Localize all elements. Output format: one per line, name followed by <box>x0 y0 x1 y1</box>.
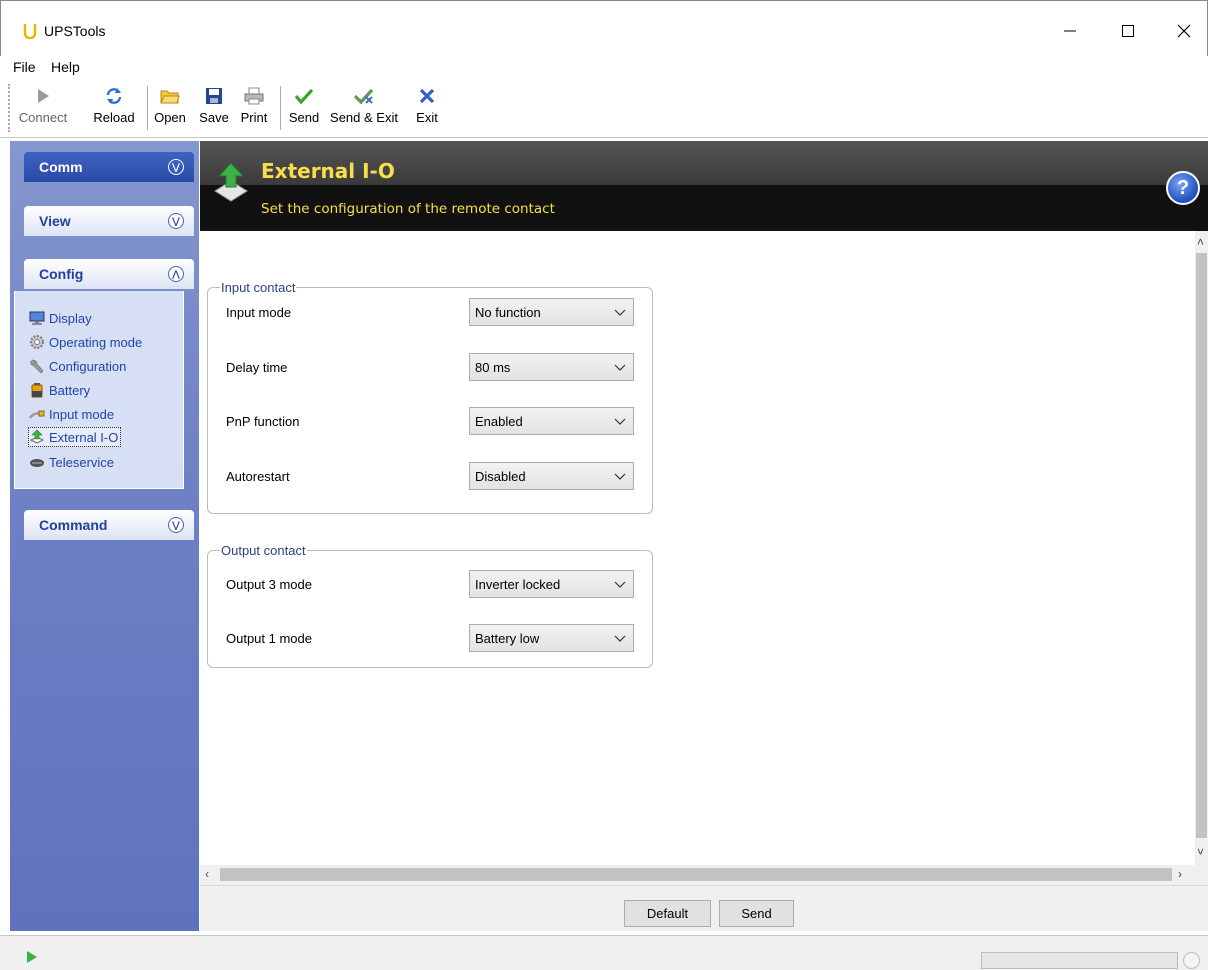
chevron-down-icon <box>614 418 626 425</box>
scroll-up-icon[interactable]: ˄ <box>1197 235 1204 249</box>
chevron-down-icon <box>614 473 626 480</box>
output-1-mode-select[interactable]: Battery low <box>469 624 634 652</box>
scroll-thumb[interactable] <box>220 868 1172 881</box>
close-icon <box>1177 24 1191 38</box>
group-legend: Input contact <box>220 280 297 295</box>
sidebar-item-battery[interactable]: Battery <box>29 380 90 400</box>
vertical-scrollbar[interactable]: ˄ ˅ <box>1195 231 1208 865</box>
toolbar-separator <box>147 86 148 130</box>
toolbar-separator <box>280 86 281 130</box>
scroll-left-icon[interactable]: ‹ <box>205 867 209 881</box>
window-title: UPSTools <box>44 23 106 39</box>
autorestart-select[interactable]: Disabled <box>469 462 634 490</box>
sidebar-item-input-mode[interactable]: Input mode <box>29 404 114 424</box>
output-contact-group: Output contact Output 3 mode Inverter lo… <box>207 543 653 668</box>
plug-icon <box>29 410 45 419</box>
wrench-icon <box>30 359 44 374</box>
default-button[interactable]: Default <box>624 900 711 927</box>
pnp-function-select[interactable]: Enabled <box>469 407 634 435</box>
status-bar <box>0 935 1208 970</box>
sidebar: Comm ⋁ View ⋁ Config ⋀ Command ⋁ <box>10 141 199 931</box>
play-icon <box>38 89 49 103</box>
minimize-button[interactable] <box>1047 15 1093 47</box>
checkmark-exit-icon <box>354 88 374 105</box>
play-icon <box>27 951 37 963</box>
status-led-icon <box>1183 952 1200 969</box>
chevron-down-icon <box>614 364 626 371</box>
battery-icon <box>31 383 43 398</box>
maximize-icon <box>1122 25 1134 37</box>
upload-arrow-icon <box>29 429 45 444</box>
output-3-mode-label: Output 3 mode <box>226 577 312 592</box>
toolbar-grip[interactable] <box>8 84 10 132</box>
autorestart-label: Autorestart <box>226 469 290 484</box>
chevron-double-up-icon[interactable]: ⋀ <box>168 266 184 282</box>
connect-button[interactable]: Connect <box>18 84 68 132</box>
chevron-double-down-icon[interactable]: ⋁ <box>168 213 184 229</box>
horizontal-scrollbar[interactable]: ‹ › <box>200 865 1208 885</box>
button-bar: Default Send <box>200 885 1208 931</box>
panel-comm[interactable]: Comm ⋁ <box>24 152 194 182</box>
chevron-down-icon <box>614 581 626 588</box>
checkmark-icon <box>295 88 313 104</box>
folder-icon <box>160 90 180 104</box>
page-title: External I-O <box>261 159 395 183</box>
input-contact-group: Input contact Input mode No function Del… <box>207 280 653 514</box>
reload-icon <box>106 88 122 104</box>
input-mode-label: Input mode <box>226 305 292 320</box>
config-panel-body: Display Operating mode Configuration Bat… <box>14 291 184 489</box>
open-button[interactable]: Open <box>152 84 188 132</box>
help-icon[interactable]: ? <box>1166 171 1200 205</box>
sidebar-item-teleservice[interactable]: Teleservice <box>29 452 114 472</box>
delay-time-label: Delay time <box>226 360 288 375</box>
send-button[interactable]: Send <box>286 84 322 132</box>
menu-file[interactable]: File <box>13 59 36 75</box>
minimize-icon <box>1064 30 1076 32</box>
output-3-mode-select[interactable]: Inverter locked <box>469 570 634 598</box>
exit-button[interactable]: Exit <box>410 84 444 132</box>
panel-view[interactable]: View ⋁ <box>24 206 194 236</box>
menu-bar: File Help <box>0 56 1208 78</box>
chevron-double-down-icon[interactable]: ⋁ <box>168 159 184 175</box>
monitor-icon <box>29 311 45 325</box>
progress-bar <box>981 952 1178 969</box>
menu-help[interactable]: Help <box>51 59 80 75</box>
panel-config[interactable]: Config ⋀ <box>24 259 194 289</box>
scroll-right-icon[interactable]: › <box>1178 867 1182 881</box>
x-icon <box>419 88 435 104</box>
input-mode-select[interactable]: No function <box>469 298 634 326</box>
chevron-double-down-icon[interactable]: ⋁ <box>168 517 184 533</box>
main-content: Input contact Input mode No function Del… <box>200 231 1195 865</box>
scroll-thumb[interactable] <box>1196 253 1207 838</box>
reload-button[interactable]: Reload <box>92 84 136 132</box>
sidebar-item-operating-mode[interactable]: Operating mode <box>29 332 142 352</box>
modem-icon <box>30 459 44 467</box>
page-subtitle: Set the configuration of the remote cont… <box>261 201 555 217</box>
delay-time-select[interactable]: 80 ms <box>469 353 634 381</box>
group-legend: Output contact <box>220 543 307 558</box>
sidebar-item-configuration[interactable]: Configuration <box>29 356 126 376</box>
panel-command[interactable]: Command ⋁ <box>24 510 194 540</box>
title-bar: UPSTools <box>0 0 1208 56</box>
print-button[interactable]: Print <box>236 84 272 132</box>
send-button-bottom[interactable]: Send <box>719 900 794 927</box>
printer-icon <box>244 87 264 105</box>
output-1-mode-label: Output 1 mode <box>226 631 312 646</box>
maximize-button[interactable] <box>1105 15 1151 47</box>
app-logo-icon <box>23 24 37 39</box>
pnp-function-label: PnP function <box>226 414 300 429</box>
scroll-down-icon[interactable]: ˅ <box>1197 845 1204 859</box>
send-and-exit-button[interactable]: Send & Exit <box>328 84 400 132</box>
chevron-down-icon <box>614 309 626 316</box>
upload-arrow-icon <box>214 162 248 202</box>
close-button[interactable] <box>1161 15 1207 47</box>
floppy-icon <box>206 88 222 104</box>
toolbar: Connect Reload Open Save Print Send Send… <box>0 78 1208 138</box>
save-button[interactable]: Save <box>196 84 232 132</box>
sidebar-item-display[interactable]: Display <box>29 308 92 328</box>
chevron-down-icon <box>614 635 626 642</box>
gear-icon <box>30 335 44 349</box>
page-header: External I-O Set the configuration of th… <box>200 141 1208 231</box>
sidebar-item-external-io[interactable]: External I-O <box>28 427 122 447</box>
